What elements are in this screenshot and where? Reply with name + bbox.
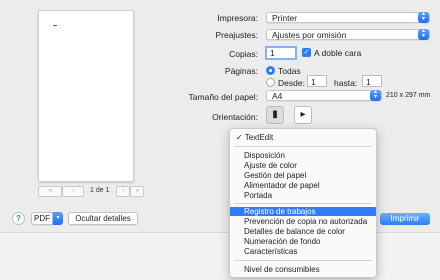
paper-size-value: A4 — [272, 91, 283, 101]
duplex-label: A doble cara — [314, 48, 362, 58]
next-page-button[interactable]: › — [116, 186, 130, 197]
menu-item[interactable]: Disposición — [230, 151, 376, 160]
presets-label: Preajustes: — [215, 30, 258, 40]
menu-separator — [234, 203, 372, 204]
menu-item[interactable]: Ajuste de color — [230, 161, 376, 170]
printer-select[interactable]: Printer ▴ ▾ — [266, 11, 430, 23]
paper-dimensions: 210 x 297 mm — [386, 92, 431, 99]
updown-arrows-icon: ▴ ▾ — [418, 28, 429, 40]
menu-item[interactable]: Gestión del papel — [230, 171, 376, 180]
copies-label: Copias: — [229, 49, 258, 59]
orientation-label: Orientación: — [212, 112, 258, 122]
presets-value: Ajustes por omisión — [272, 30, 347, 40]
menu-item[interactable]: Características — [230, 247, 376, 256]
pages-all-radio[interactable] — [266, 66, 275, 75]
hide-details-button[interactable]: Ocultar detalles — [68, 212, 138, 225]
printer-value: Printer — [272, 13, 298, 23]
pdf-menu-button[interactable]: ▾ — [53, 212, 63, 225]
text-cursor — [53, 25, 57, 26]
updown-arrows-icon: ▴ ▾ — [370, 89, 381, 101]
presets-select[interactable]: Ajustes por omisión ▴ ▾ — [266, 28, 430, 40]
menu-item[interactable]: Detalles de balance de color — [230, 227, 376, 236]
menu-separator — [234, 146, 372, 147]
portrait-icon: ▮ — [272, 109, 278, 120]
menu-item[interactable]: Nivel de consumibles — [230, 265, 376, 274]
menu-item-textedit[interactable]: ✓ TextEdit — [230, 133, 376, 142]
menu-separator — [234, 260, 372, 261]
paper-size-label: Tamaño del papel: — [188, 92, 258, 102]
pages-from-field[interactable]: 1 — [307, 75, 327, 87]
first-page-button[interactable]: « — [38, 186, 62, 197]
updown-arrows-icon: ▴ ▾ — [418, 11, 429, 23]
pages-label: Páginas: — [224, 66, 258, 76]
portrait-button[interactable]: ▮ — [266, 106, 284, 124]
chevron-down-icon: ▾ — [56, 215, 60, 221]
page-preview — [38, 10, 134, 182]
menu-item[interactable]: Alimentador de papel — [230, 181, 376, 190]
pages-from-label: Desde: — [278, 78, 305, 88]
preview-pager: « ‹ 1 de 1 › » — [38, 186, 144, 197]
help-button[interactable]: ? — [12, 212, 25, 225]
print-button[interactable]: Imprimir — [380, 213, 430, 225]
prev-page-button[interactable]: ‹ — [62, 186, 84, 197]
menu-item-highlighted[interactable]: Registro de trabajos — [230, 207, 376, 216]
paper-size-select[interactable]: A4 ▴ ▾ — [266, 89, 382, 101]
menu-item[interactable]: Prevención de copia no autorizada — [230, 217, 376, 226]
printer-label: Impresora: — [217, 13, 258, 23]
pages-all-label: Todas — [278, 66, 301, 76]
copies-field[interactable]: 1 — [265, 46, 297, 60]
menu-item-label: TextEdit — [244, 133, 274, 142]
pages-to-label: hasta: — [334, 78, 358, 88]
page-counter: 1 de 1 — [90, 187, 110, 194]
duplex-checkbox[interactable]: ✓ — [302, 48, 311, 57]
menu-item[interactable]: Numeración de fondo — [230, 237, 376, 246]
print-dialog: « ‹ 1 de 1 › » Impresora: Printer ▴ ▾ Pre… — [0, 0, 440, 280]
pages-range-radio[interactable] — [266, 78, 275, 87]
landscape-icon: ▸ — [300, 109, 306, 120]
pdf-button[interactable]: PDF — [31, 212, 53, 225]
section-menu: ✓ TextEdit Disposición Ajuste de color G… — [229, 128, 377, 278]
menu-item[interactable]: Portada — [230, 191, 376, 200]
last-page-button[interactable]: » — [130, 186, 144, 197]
pages-to-field[interactable]: 1 — [362, 75, 382, 87]
landscape-button[interactable]: ▸ — [294, 106, 312, 124]
